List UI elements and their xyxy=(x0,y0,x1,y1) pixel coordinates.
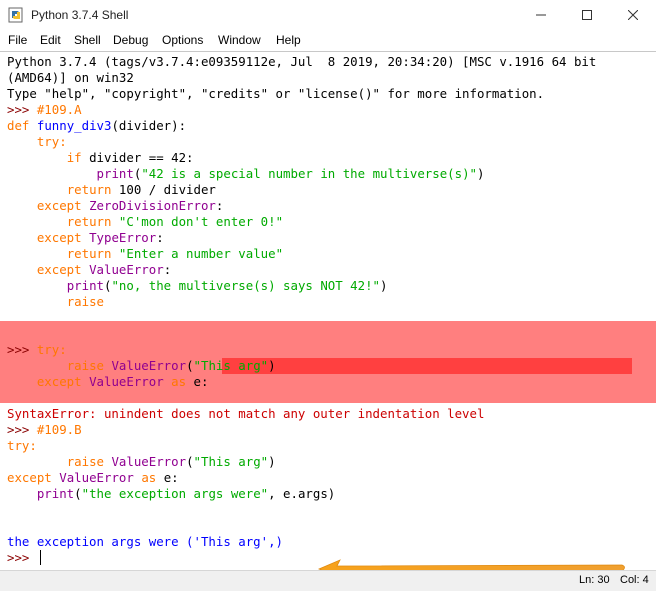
code-text: : xyxy=(215,198,224,213)
shell-text-area[interactable]: Python 3.7.4 (tags/v3.7.4:e09359112e, Ju… xyxy=(0,51,656,571)
keyword: raise xyxy=(66,454,104,469)
builtin: ValueError xyxy=(111,454,187,469)
keyword: except xyxy=(36,374,82,389)
status-column: Col: 4 xyxy=(620,574,649,586)
builtin: print xyxy=(36,486,75,501)
window-title: Python 3.7.4 Shell xyxy=(31,8,129,22)
code-text: ( xyxy=(186,454,194,469)
code-text: ( xyxy=(186,358,194,373)
stdout-output: the exception args were ('This arg',) xyxy=(7,534,284,549)
banner-line: Python 3.7.4 (tags/v3.7.4:e09359112e, Ju… xyxy=(7,54,597,69)
error-message: SyntaxError: unindent does not match any… xyxy=(7,406,485,421)
menu-debug[interactable]: Debug xyxy=(113,33,148,47)
code-text: e: xyxy=(156,470,179,485)
menu-file[interactable]: File xyxy=(8,33,27,47)
code-comment: #109.B xyxy=(36,422,82,437)
builtin: ValueError xyxy=(59,470,134,485)
keyword: return xyxy=(66,246,112,261)
keyword: raise xyxy=(66,294,104,309)
code-text: : xyxy=(163,262,172,277)
menu-bar: File Edit Shell Debug Options Window Hel… xyxy=(0,30,656,51)
menu-options[interactable]: Options xyxy=(162,33,203,47)
keyword: if xyxy=(66,150,82,165)
menu-help[interactable]: Help xyxy=(276,33,301,47)
keyword: try: xyxy=(36,134,67,149)
builtin: TypeError xyxy=(89,230,157,245)
close-button[interactable] xyxy=(610,0,656,30)
code-text: divider == 42: xyxy=(81,150,194,165)
menu-edit[interactable]: Edit xyxy=(40,33,61,47)
banner-line: (AMD64)] on win32 xyxy=(7,70,134,85)
python-idle-icon xyxy=(8,7,23,23)
string-literal: "42 is a special number in the multivers… xyxy=(141,166,478,181)
code-text: , e.args) xyxy=(268,486,336,501)
status-bar: Ln: 30 Col: 4 xyxy=(0,570,656,591)
close-icon xyxy=(628,10,638,20)
keyword: except xyxy=(36,230,82,245)
string-literal: "the exception args were" xyxy=(81,486,269,501)
minimize-icon xyxy=(536,14,546,16)
string-literal: "Enter a number value" xyxy=(118,246,284,261)
keyword: try: xyxy=(36,342,67,357)
builtin: ValueError xyxy=(89,374,164,389)
builtin: print xyxy=(96,166,134,181)
code-text: : xyxy=(156,230,164,245)
code-text: ( xyxy=(74,486,82,501)
title-bar: Python 3.7.4 Shell xyxy=(0,0,656,30)
string-literal: "C'mon don't enter 0!" xyxy=(118,214,284,229)
builtin: ZeroDivisionError xyxy=(89,198,216,213)
keyword: except xyxy=(7,470,52,485)
code-text: ) xyxy=(268,358,276,373)
prompt: >>> xyxy=(7,102,37,117)
menu-window[interactable]: Window xyxy=(218,33,261,47)
keyword: except xyxy=(36,262,82,277)
code-text: ) xyxy=(380,278,388,293)
keyword: def xyxy=(7,118,30,133)
text-cursor xyxy=(39,550,41,565)
keyword: as xyxy=(141,470,157,485)
keyword: return xyxy=(66,182,112,197)
string-literal: "no, the multiverse(s) says NOT 42!" xyxy=(111,278,381,293)
minimize-button[interactable] xyxy=(518,0,564,30)
code-text: ) xyxy=(477,166,485,181)
code-text: ) xyxy=(268,454,276,469)
keyword: except xyxy=(36,198,82,213)
prompt: >>> xyxy=(7,342,37,357)
code-comment: #109.A xyxy=(36,102,82,117)
code-text: 100 / divider xyxy=(111,182,216,197)
string-literal: "This arg" xyxy=(193,358,269,373)
keyword: try: xyxy=(7,438,37,453)
builtin: ValueError xyxy=(89,262,164,277)
builtin: print xyxy=(66,278,104,293)
code-text: e: xyxy=(186,374,209,389)
status-line: Ln: 30 xyxy=(579,574,610,586)
builtin: ValueError xyxy=(111,358,187,373)
code-text: (divider): xyxy=(111,118,187,133)
shell-output: Python 3.7.4 (tags/v3.7.4:e09359112e, Ju… xyxy=(7,54,596,566)
menu-shell[interactable]: Shell xyxy=(74,33,101,47)
function-name: funny_div3 xyxy=(36,118,112,133)
keyword: as xyxy=(171,374,187,389)
string-literal: "This arg" xyxy=(193,454,269,469)
maximize-icon xyxy=(582,10,592,20)
prompt: >>> xyxy=(7,422,37,437)
maximize-button[interactable] xyxy=(564,0,610,30)
prompt: >>> xyxy=(7,550,37,565)
banner-line: Type "help", "copyright", "credits" or "… xyxy=(7,86,545,101)
keyword: return xyxy=(66,214,112,229)
keyword: raise xyxy=(66,358,104,373)
